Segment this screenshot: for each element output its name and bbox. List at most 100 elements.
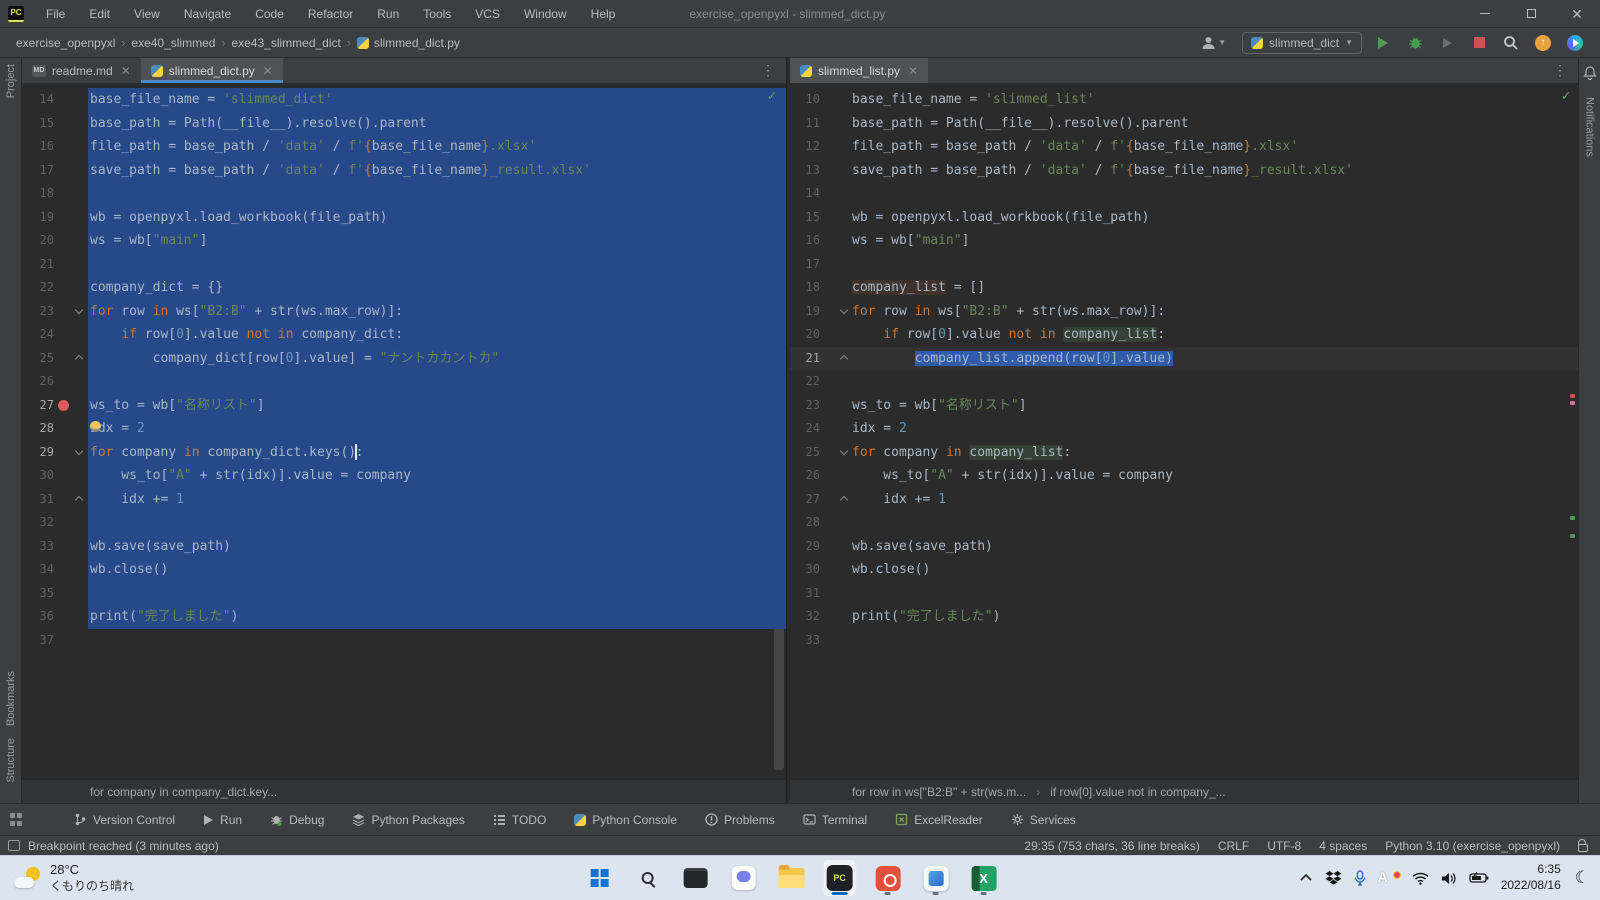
menu-tools[interactable]: Tools xyxy=(413,4,461,24)
breadcrumb-item[interactable]: exe43_slimmed_dict xyxy=(231,36,340,50)
code-text[interactable] xyxy=(850,629,1578,653)
gutter[interactable]: 35 xyxy=(22,582,88,606)
indent-indicator[interactable]: 4 spaces xyxy=(1319,839,1367,853)
code-line-17[interactable]: 17 xyxy=(790,253,1578,277)
menu-window[interactable]: Window xyxy=(514,4,577,24)
code-line-22[interactable]: 22 xyxy=(790,370,1578,394)
code-text[interactable]: idx = 2 xyxy=(850,417,1578,441)
gutter[interactable]: 32 xyxy=(22,511,88,535)
code-text[interactable] xyxy=(88,182,786,206)
code-text[interactable]: idx += 1 xyxy=(850,488,1578,512)
wifi-icon[interactable] xyxy=(1412,872,1429,885)
code-text[interactable]: ws = wb["main"] xyxy=(850,229,1578,253)
tray-expand-chevron-icon[interactable] xyxy=(1299,873,1313,883)
gutter[interactable]: 25 xyxy=(790,441,850,465)
code-text[interactable] xyxy=(850,511,1578,535)
code-text[interactable]: ws = wb["main"] xyxy=(88,229,786,253)
inspections-ok-icon[interactable]: ✓ xyxy=(1562,88,1570,104)
gutter[interactable]: 20 xyxy=(22,229,88,253)
code-line-21[interactable]: 21 xyxy=(22,253,786,277)
debug-button[interactable] xyxy=(1404,32,1426,54)
code-line-37[interactable]: 37 xyxy=(22,629,786,653)
code-line-26[interactable]: 26 ws_to["A" + str(idx)].value = company xyxy=(790,464,1578,488)
gutter[interactable]: 14 xyxy=(22,88,88,112)
code-line-26[interactable]: 26 xyxy=(22,370,786,394)
menu-code[interactable]: Code xyxy=(245,4,294,24)
gutter[interactable]: 12 xyxy=(790,135,850,159)
ime-mode-indicator[interactable]: A xyxy=(1378,869,1388,887)
code-text[interactable]: idx += 1 xyxy=(88,488,786,512)
taskbar-app-photos[interactable] xyxy=(919,859,953,897)
code-text[interactable]: print("完了しました") xyxy=(850,605,1578,629)
code-text[interactable]: wb.save(save_path) xyxy=(88,535,786,559)
tab-slimmed_list-py[interactable]: slimmed_list.py✕ xyxy=(790,58,928,83)
microphone-icon[interactable] xyxy=(1354,870,1366,886)
code-text[interactable]: company_dict = {} xyxy=(88,276,786,300)
context-breadcrumb-item[interactable]: for company in company_dict.key... xyxy=(90,785,277,799)
toolwindow-terminal[interactable]: Terminal xyxy=(789,804,881,835)
gutter[interactable]: 32 xyxy=(790,605,850,629)
gutter[interactable]: 26 xyxy=(790,464,850,488)
gutter[interactable]: 18 xyxy=(22,182,88,206)
breadcrumb-context-left[interactable]: for company in company_dict.key... xyxy=(22,779,786,803)
code-text[interactable] xyxy=(850,182,1578,206)
fold-down-icon[interactable] xyxy=(75,446,83,454)
gutter[interactable]: 14 xyxy=(790,182,850,206)
code-line-28[interactable]: 28idx = 2 xyxy=(22,417,786,441)
code-text[interactable]: if row[0].value not in company_dict: xyxy=(88,323,786,347)
gutter[interactable]: 28 xyxy=(790,511,850,535)
code-line-31[interactable]: 31 idx += 1 xyxy=(22,488,786,512)
code-line-29[interactable]: 29wb.save(save_path) xyxy=(790,535,1578,559)
code-line-29[interactable]: 29for company in company_dict.keys(): xyxy=(22,441,786,465)
taskbar-clock[interactable]: 6:35 2022/08/16 xyxy=(1501,862,1561,893)
toolwindow-debug[interactable]: Debug xyxy=(256,804,338,835)
context-breadcrumb-item[interactable]: for row in ws["B2:B" + str(ws.m... xyxy=(852,785,1026,799)
code-text[interactable]: ws_to["A" + str(idx)].value = company xyxy=(88,464,786,488)
code-text[interactable]: company_list = [] xyxy=(850,276,1578,300)
caret-position[interactable]: 29:35 (753 chars, 36 line breaks) xyxy=(1024,839,1199,853)
code-text[interactable]: for company in company_list: xyxy=(850,441,1578,465)
code-line-34[interactable]: 34wb.close() xyxy=(22,558,786,582)
code-text[interactable]: wb.close() xyxy=(850,558,1578,582)
gutter[interactable]: 36 xyxy=(22,605,88,629)
gutter[interactable]: 18 xyxy=(790,276,850,300)
code-line-27[interactable]: 27 idx += 1 xyxy=(790,488,1578,512)
gutter[interactable]: 30 xyxy=(22,464,88,488)
minimize-button[interactable] xyxy=(1462,0,1508,27)
menu-help[interactable]: Help xyxy=(581,4,626,24)
code-line-36[interactable]: 36print("完了しました") xyxy=(22,605,786,629)
code-line-32[interactable]: 32print("完了しました") xyxy=(790,605,1578,629)
sidebar-item-bookmarks[interactable]: Bookmarks xyxy=(5,665,17,732)
code-text[interactable]: idx = 2 xyxy=(88,417,786,441)
code-text[interactable]: save_path = base_path / 'data' / f'{base… xyxy=(850,159,1578,183)
gutter[interactable]: 24 xyxy=(790,417,850,441)
taskbar-app-chat[interactable] xyxy=(727,859,761,897)
context-breadcrumb-item[interactable]: if row[0].value not in company_... xyxy=(1050,785,1225,799)
breadcrumb-item[interactable]: exe40_slimmed xyxy=(131,36,215,50)
intention-bulb-icon[interactable] xyxy=(90,421,101,432)
code-line-30[interactable]: 30wb.close() xyxy=(790,558,1578,582)
code-line-23[interactable]: 23for row in ws["B2:B" + str(ws.max_row)… xyxy=(22,300,786,324)
lock-icon[interactable] xyxy=(1578,844,1588,852)
code-text[interactable]: wb.close() xyxy=(88,558,786,582)
gutter[interactable]: 19 xyxy=(22,206,88,230)
gutter[interactable]: 17 xyxy=(790,253,850,277)
code-line-24[interactable]: 24idx = 2 xyxy=(790,417,1578,441)
code-line-14[interactable]: 14base_file_name = 'slimmed_dict' xyxy=(22,88,786,112)
notifications-bell-icon[interactable] xyxy=(1583,58,1597,91)
taskbar-app-explorer[interactable] xyxy=(775,859,809,897)
toolwindow-todo[interactable]: TODO xyxy=(479,804,560,835)
code-text[interactable] xyxy=(88,629,786,653)
fold-end-icon[interactable] xyxy=(75,354,83,362)
code-line-19[interactable]: 19wb = openpyxl.load_workbook(file_path) xyxy=(22,206,786,230)
code-line-22[interactable]: 22company_dict = {} xyxy=(22,276,786,300)
taskbar-app-start[interactable] xyxy=(583,859,617,897)
code-text[interactable]: save_path = base_path / 'data' / f'{base… xyxy=(88,159,786,183)
toolwindow-run[interactable]: Run xyxy=(189,804,256,835)
breadcrumb-file[interactable]: slimmed_dict.py xyxy=(357,36,460,50)
tab-options-icon[interactable]: ⋮ xyxy=(1543,58,1578,83)
gutter[interactable]: 31 xyxy=(22,488,88,512)
code-line-16[interactable]: 16file_path = base_path / 'data' / f'{ba… xyxy=(22,135,786,159)
code-line-33[interactable]: 33wb.save(save_path) xyxy=(22,535,786,559)
tab-readme-md[interactable]: MDreadme.md✕ xyxy=(22,58,141,83)
